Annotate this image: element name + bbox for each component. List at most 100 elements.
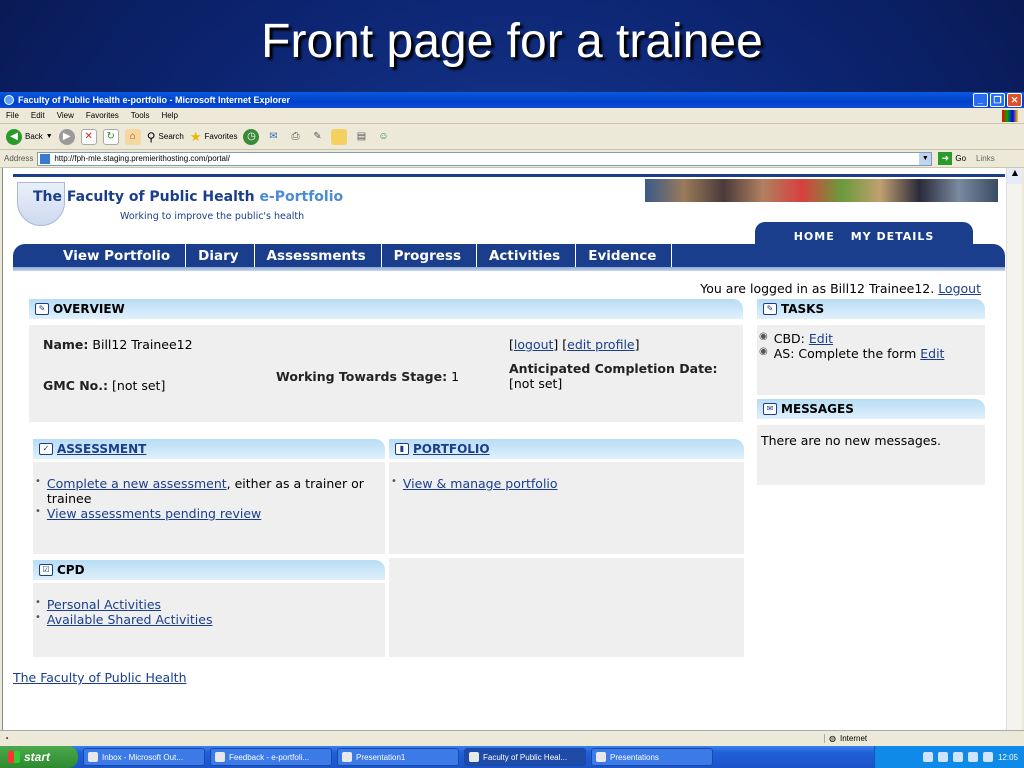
powerpoint-icon <box>342 752 352 762</box>
site-brand[interactable]: The Faculty of Public Health e-Portfolio <box>33 189 343 205</box>
restore-icon[interactable]: ❐ <box>990 93 1005 107</box>
manage-portfolio-link[interactable]: View & manage portfolio <box>403 476 558 491</box>
stage-label: Working Towards Stage: <box>276 369 448 384</box>
as-edit-link[interactable]: Edit <box>920 346 944 361</box>
footer-faculty-link[interactable]: The Faculty of Public Health <box>13 670 187 685</box>
folder-icon[interactable] <box>331 128 348 145</box>
login-status: You are logged in as Bill12 Trainee12. L… <box>700 281 981 296</box>
list-item: • View & manage portfolio <box>391 476 734 491</box>
forward-arrow-icon[interactable]: ▶ <box>58 128 75 145</box>
menu-edit[interactable]: Edit <box>31 111 45 120</box>
portfolio-header: ▮ PORTFOLIO <box>389 439 744 459</box>
taskbar-item-presentation1[interactable]: Presentation1 <box>337 748 459 766</box>
cbd-edit-link[interactable]: Edit <box>809 331 833 346</box>
tray-icon[interactable] <box>982 752 993 762</box>
nav-diary[interactable]: Diary <box>186 244 255 267</box>
gmc-value: [not set] <box>112 378 166 393</box>
messenger-icon[interactable]: ☺ <box>375 129 391 145</box>
vertical-scrollbar[interactable]: ▲ <box>1006 168 1022 730</box>
brand-main: The Faculty of Public Health <box>33 189 260 205</box>
taskbar-item-presentations[interactable]: Presentations <box>591 748 713 766</box>
messages-panel: There are no new messages. <box>757 425 985 485</box>
menu-tools[interactable]: Tools <box>131 111 150 120</box>
nav-underline <box>13 267 1005 271</box>
portfolio-title-link[interactable]: PORTFOLIO <box>413 442 490 456</box>
edit-icon[interactable]: ✎ <box>309 129 325 145</box>
name-value: Bill12 Trainee12 <box>92 337 193 352</box>
clock[interactable]: 12:05 <box>998 753 1018 762</box>
chevron-down-icon[interactable]: ▼ <box>919 152 932 165</box>
portfolio-empty-panel <box>389 558 744 657</box>
sub-navigation: HOME MY DETAILS <box>755 222 973 246</box>
tray-icon[interactable] <box>937 752 948 762</box>
nav-progress[interactable]: Progress <box>381 244 477 267</box>
menu-favorites[interactable]: Favorites <box>86 111 119 120</box>
nav-view-portfolio[interactable]: View Portfolio <box>51 244 187 267</box>
print-icon[interactable]: ⎙ <box>287 129 303 145</box>
nav-activities[interactable]: Activities <box>476 244 577 267</box>
ie-icon <box>4 95 14 105</box>
address-label: Address <box>4 154 34 163</box>
back-arrow-icon: ◀ <box>6 128 22 145</box>
pending-review-link[interactable]: View assessments pending review <box>47 506 261 521</box>
task-label: Presentation1 <box>356 752 406 762</box>
history-icon[interactable]: ◷ <box>243 128 260 145</box>
tray-icon[interactable] <box>967 752 978 762</box>
cpd-icon: ☑ <box>39 564 53 576</box>
top-rule <box>13 174 1005 177</box>
research-icon[interactable]: ▤ <box>353 129 369 145</box>
assessment-title-link[interactable]: ASSESSMENT <box>57 442 146 456</box>
complete-assessment-link[interactable]: Complete a new assessment <box>47 476 227 491</box>
bullet-icon: • <box>35 597 41 608</box>
personal-activities-link[interactable]: Personal Activities <box>47 597 161 612</box>
taskbar-item-inbox[interactable]: Inbox - Microsoft Out... <box>83 748 205 766</box>
messages-title: MESSAGES <box>781 402 854 416</box>
portfolio-panel: • View & manage portfolio <box>389 462 744 554</box>
tray-icon[interactable] <box>952 752 963 762</box>
close-icon[interactable]: ✕ <box>1007 93 1022 107</box>
menu-help[interactable]: Help <box>161 111 177 120</box>
taskbar-item-feedback[interactable]: Feedback - e-portfoli... <box>210 748 332 766</box>
list-item: • Available Shared Activities <box>35 612 375 627</box>
favorites-button[interactable]: ★ Favorites <box>190 129 238 145</box>
search-icon: ⚲ <box>146 129 156 144</box>
page-status-icon: ◔ <box>4 734 9 743</box>
overview-panel: Name: Bill12 Trainee12 [logout] [edit pr… <box>29 325 743 422</box>
slide-title: Front page for a trainee <box>261 15 763 68</box>
menu-file[interactable]: File <box>6 111 19 120</box>
mail-icon[interactable]: ✉ <box>265 129 281 145</box>
home-icon[interactable]: ⌂ <box>124 128 141 145</box>
back-button[interactable]: ◀ Back ▼ <box>6 128 53 145</box>
start-label: start <box>24 750 51 764</box>
address-input[interactable]: http://fph-mle.staging.premierithosting.… <box>37 151 933 166</box>
go-button[interactable]: ➜ Go <box>938 152 966 165</box>
globe-icon: ◍ <box>829 734 836 743</box>
menu-view[interactable]: View <box>57 111 74 120</box>
edit-profile-link[interactable]: edit profile <box>567 337 634 352</box>
name-label: Name: <box>43 337 89 352</box>
refresh-icon[interactable]: ↻ <box>102 128 119 145</box>
back-label: Back <box>25 132 43 141</box>
shared-activities-link[interactable]: Available Shared Activities <box>47 612 213 627</box>
logout-link[interactable]: Logout <box>938 281 981 296</box>
outlook-icon <box>88 752 98 762</box>
taskbar-item-faculty[interactable]: Faculty of Public Heal... <box>464 748 586 766</box>
minimize-icon[interactable]: _ <box>973 93 988 107</box>
overview-logout-link[interactable]: logout <box>514 337 554 352</box>
nav-evidence[interactable]: Evidence <box>576 244 673 267</box>
status-bar: ◔ ◍ Internet <box>0 730 1024 746</box>
system-tray: 12:05 <box>874 746 1024 768</box>
nav-assessments[interactable]: Assessments <box>254 244 382 267</box>
scroll-up-icon[interactable]: ▲ <box>1007 168 1022 184</box>
tray-icon[interactable] <box>922 752 933 762</box>
messages-icon: ✉ <box>763 403 777 415</box>
menu-bar: File Edit View Favorites Tools Help <box>0 108 1024 124</box>
start-button[interactable]: start <box>0 746 78 768</box>
links-button[interactable]: Links <box>976 154 995 163</box>
search-button[interactable]: ⚲ Search <box>147 130 184 144</box>
stage-row: Working Towards Stage: 1 <box>276 369 466 384</box>
stop-icon[interactable]: ✕ <box>80 128 97 145</box>
window-titlebar[interactable]: Faculty of Public Health e-portfolio - M… <box>0 92 1024 108</box>
ie-icon <box>469 752 479 762</box>
site-tagline: Working to improve the public's health <box>120 211 305 222</box>
